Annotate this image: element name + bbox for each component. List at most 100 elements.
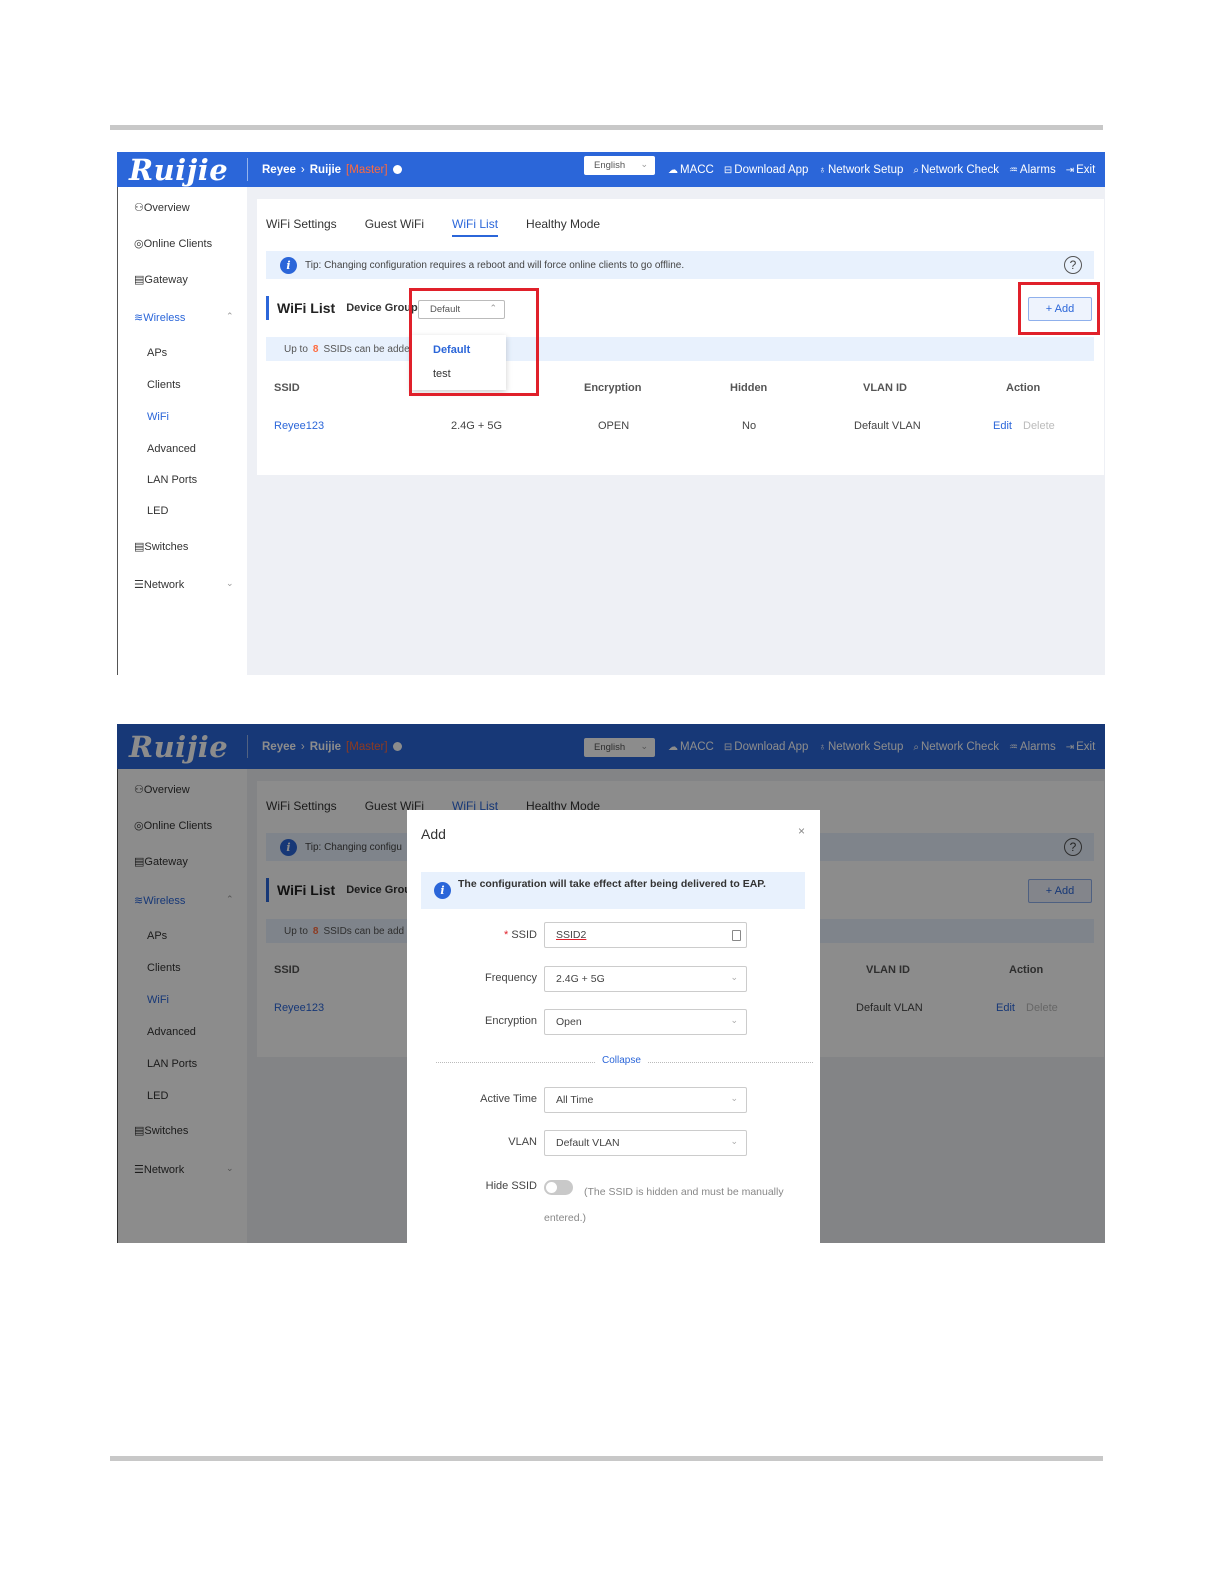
hide-ssid-note: (The SSID is hidden and must be manually…	[544, 1186, 784, 1224]
chevron-down-icon: ⌄	[730, 1015, 738, 1025]
help-icon[interactable]: ?	[1064, 256, 1082, 274]
column-action: Action	[1006, 382, 1041, 394]
encryption-value: Open	[556, 1016, 582, 1028]
sidebar-item-wireless[interactable]: ≋Wireless ⌃	[134, 311, 234, 324]
network-setup-link[interactable]: ♁ Network Setup	[818, 164, 903, 176]
collapse-link[interactable]: Collapse	[596, 1055, 647, 1066]
network-check-link[interactable]: ⌕ Network Check	[913, 164, 999, 176]
chevron-down-icon: ⌄	[730, 1093, 738, 1103]
highlight-box-device-group	[409, 288, 539, 396]
download-app-link[interactable]: ⊟ Download App	[724, 164, 809, 176]
sidebar-item-clients[interactable]: Clients	[147, 379, 181, 391]
dialog-title: Add	[421, 826, 446, 842]
wifi-list-panel: WiFi Settings Guest WiFi WiFi List Healt…	[257, 199, 1104, 475]
keyboard-icon	[732, 930, 741, 941]
sidebar: ⚇Overview ◎Online Clients ▤Gateway ≋Wire…	[117, 187, 247, 675]
alarm-icon: ♒	[1008, 164, 1018, 176]
crumb-root[interactable]: Reyee	[262, 164, 296, 176]
column-ssid: SSID	[274, 382, 300, 394]
sidebar-item-switches[interactable]: ▤Switches	[134, 540, 188, 553]
ruijie-logo: Ruijie	[129, 152, 229, 187]
master-badge: [Master]	[346, 163, 388, 176]
download-icon: ⊟	[723, 164, 733, 176]
top-bar: Ruijie Reyee › Ruijie [Master] English ⌄…	[117, 152, 1105, 187]
close-icon[interactable]: ×	[798, 824, 805, 838]
ssid-cell[interactable]: Reyee123	[274, 420, 324, 432]
network-setup-icon: ♁	[818, 164, 826, 176]
sidebar-item-advanced[interactable]: Advanced	[147, 443, 196, 455]
wifi-list-screenshot: Ruijie Reyee › Ruijie [Master] English ⌄…	[117, 152, 1105, 675]
tab-healthy-mode[interactable]: Healthy Mode	[526, 217, 600, 237]
tip-banner: i Tip: Changing configuration requires a…	[266, 251, 1094, 279]
limit-prefix: Up to	[284, 343, 308, 355]
vlan-value: Default VLAN	[556, 1137, 620, 1149]
highlight-box-add-button	[1018, 282, 1100, 335]
active-time-value: All Time	[556, 1094, 594, 1106]
sidebar-item-aps[interactable]: APs	[147, 347, 167, 359]
wifi-list-title: WiFi List	[277, 300, 336, 316]
hide-ssid-toggle[interactable]	[544, 1180, 573, 1195]
limit-count: 8	[312, 343, 319, 355]
column-hidden: Hidden	[730, 382, 768, 394]
info-icon[interactable]	[392, 165, 402, 174]
tab-bar: WiFi Settings Guest WiFi WiFi List Healt…	[266, 217, 600, 237]
info-icon: i	[280, 256, 297, 274]
column-vlan-id: VLAN ID	[863, 382, 907, 394]
chevron-right-icon: ›	[300, 163, 305, 176]
frequency-label: Frequency	[485, 972, 537, 984]
delete-link[interactable]: Delete	[1023, 420, 1055, 432]
tab-wifi-list[interactable]: WiFi List	[452, 217, 499, 237]
network-icon: ☰	[134, 579, 144, 591]
tab-wifi-settings[interactable]: WiFi Settings	[266, 217, 337, 237]
gateway-icon: ▤	[134, 274, 145, 286]
config-note: i The configuration will take effect aft…	[421, 872, 805, 909]
alarms-link[interactable]: ♒ Alarms	[1009, 164, 1056, 176]
logo-separator	[247, 158, 248, 181]
hide-ssid-label: Hide SSID	[485, 1180, 537, 1192]
sidebar-item-wifi[interactable]: WiFi	[147, 411, 169, 423]
chevron-down-icon: ⌄	[640, 159, 648, 169]
ssid-input[interactable]: SSID2	[544, 922, 747, 948]
sidebar-item-lan-ports[interactable]: LAN Ports	[147, 474, 197, 486]
sidebar-item-online-clients[interactable]: ◎Online Clients	[134, 237, 212, 250]
sidebar-item-overview[interactable]: ⚇Overview	[134, 201, 190, 214]
exit-icon: ⇥	[1065, 164, 1075, 176]
header-links: ☁ MACC ⊟ Download App ♁ Network Setup ⌕ Netw…	[668, 152, 1095, 187]
sidebar-item-network[interactable]: ☰Network ⌄	[134, 578, 234, 591]
ssid-limit-banner: Up to 8 SSIDs can be added.	[266, 337, 1094, 361]
ssid-value: SSID2	[556, 929, 587, 941]
language-select[interactable]: English ⌄	[584, 156, 655, 175]
encryption-select[interactable]: Open ⌄	[544, 1009, 747, 1035]
overview-icon: ⚇	[134, 202, 144, 214]
info-icon: i	[434, 882, 451, 899]
cloud-icon: ☁	[668, 164, 678, 176]
chevron-up-icon: ⌃	[226, 311, 234, 321]
limit-suffix: SSIDs can be added.	[323, 343, 418, 355]
language-value: English	[594, 160, 626, 171]
edit-link[interactable]: Edit	[993, 420, 1012, 432]
vlan-cell: Default VLAN	[854, 420, 921, 432]
tab-guest-wifi[interactable]: Guest WiFi	[365, 217, 424, 237]
tip-text: Tip: Changing configuration requires a r…	[305, 259, 685, 271]
encryption-label: Encryption	[485, 1015, 537, 1027]
encryption-cell: OPEN	[598, 420, 630, 432]
active-time-label: Active Time	[480, 1093, 537, 1105]
frequency-value: 2.4G + 5G	[556, 973, 605, 985]
exit-link[interactable]: ⇥ Exit	[1066, 164, 1096, 176]
vlan-label: VLAN	[508, 1136, 537, 1148]
hidden-cell: No	[742, 420, 757, 432]
switch-icon: ▤	[134, 541, 145, 553]
ssid-label: * SSID	[504, 929, 537, 941]
macc-link[interactable]: ☁ MACC	[668, 164, 714, 176]
sidebar-item-gateway[interactable]: ▤Gateway	[134, 273, 188, 286]
required-mark: *	[504, 929, 509, 941]
active-time-select[interactable]: All Time ⌄	[544, 1087, 747, 1113]
vlan-select[interactable]: Default VLAN ⌄	[544, 1130, 747, 1156]
network-check-icon: ⌕	[913, 164, 919, 176]
chevron-down-icon: ⌄	[730, 972, 738, 982]
crumb-device: Ruijie	[309, 163, 342, 176]
frequency-select[interactable]: 2.4G + 5G ⌄	[544, 966, 747, 992]
sidebar-item-led[interactable]: LED	[147, 505, 168, 517]
top-divider	[110, 125, 1103, 130]
chevron-down-icon: ⌄	[730, 1136, 738, 1146]
